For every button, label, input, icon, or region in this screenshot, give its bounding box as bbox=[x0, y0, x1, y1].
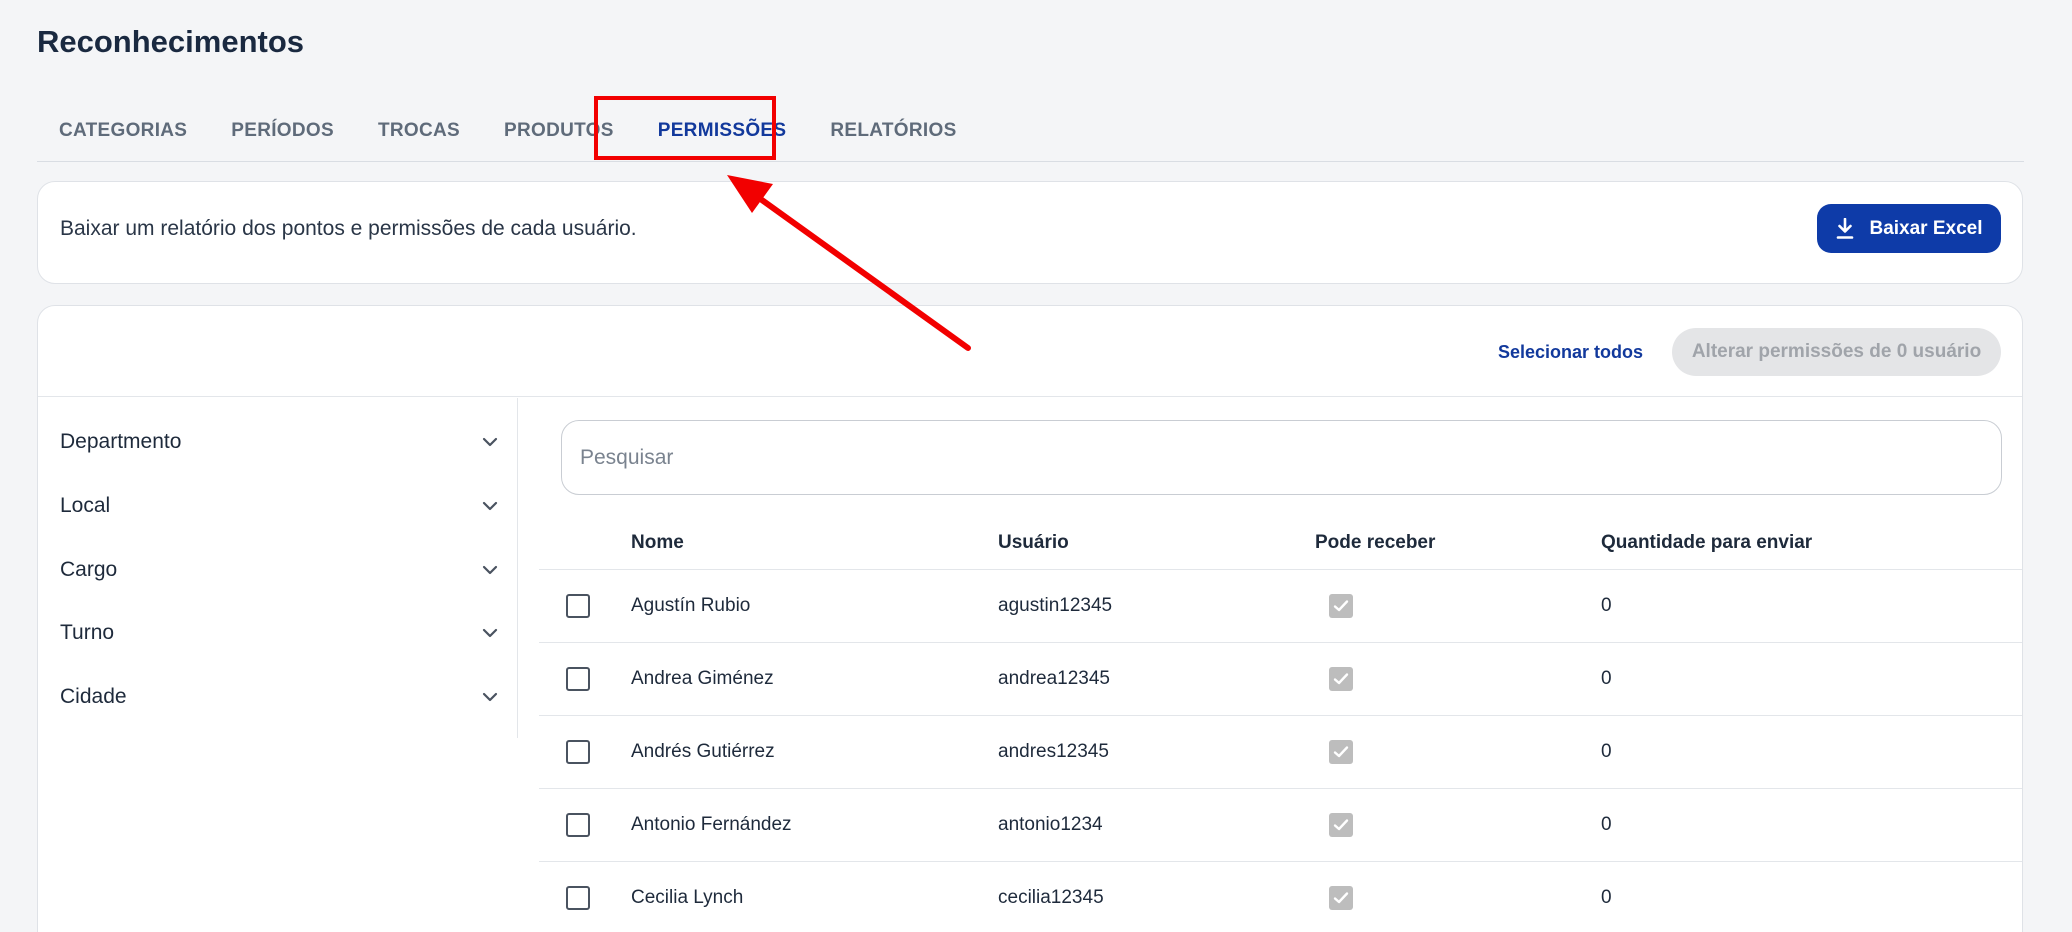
column-header-can-receive[interactable]: Pode receber bbox=[1315, 532, 1435, 554]
row-select-checkbox[interactable] bbox=[566, 740, 590, 764]
table-row: Andrea Giménez andrea12345 0 bbox=[539, 643, 2022, 716]
filter-turno[interactable]: Turno bbox=[60, 613, 500, 653]
row-user: agustin12345 bbox=[998, 595, 1113, 616]
filter-department[interactable]: Departmento bbox=[60, 422, 500, 462]
column-header-quantity[interactable]: Quantidade para enviar bbox=[1601, 532, 1812, 554]
row-select-checkbox[interactable] bbox=[566, 667, 590, 691]
check-icon bbox=[1333, 892, 1349, 904]
row-name: Antonio Fernández bbox=[631, 814, 792, 835]
report-card: Baixar um relatório dos pontos e permiss… bbox=[37, 181, 2023, 284]
filter-label: Turno bbox=[60, 621, 115, 644]
row-name: Andrea Giménez bbox=[631, 668, 774, 689]
search-input[interactable] bbox=[561, 420, 2002, 495]
tab-relatorios[interactable]: RELATÓRIOS bbox=[808, 100, 978, 161]
page-title: Reconhecimentos bbox=[37, 24, 305, 59]
permissions-toolbar: Selecionar todos Alterar permissões de 0… bbox=[38, 306, 2022, 397]
filter-label: Cidade bbox=[60, 685, 127, 708]
chevron-down-icon bbox=[482, 628, 498, 638]
tab-periodos[interactable]: PERÍODOS bbox=[209, 100, 356, 161]
row-quantity: 0 bbox=[1601, 595, 1612, 616]
row-quantity: 0 bbox=[1601, 741, 1612, 762]
can-receive-checkbox bbox=[1329, 594, 1353, 618]
can-receive-checkbox bbox=[1329, 813, 1353, 837]
row-name: Andrés Gutiérrez bbox=[631, 741, 775, 762]
can-receive-checkbox bbox=[1329, 740, 1353, 764]
table-row: Agustín Rubio agustin12345 0 bbox=[539, 570, 2022, 643]
download-icon bbox=[1837, 217, 1854, 239]
report-description: Baixar um relatório dos pontos e permiss… bbox=[60, 217, 637, 240]
chevron-down-icon bbox=[482, 565, 498, 575]
filter-cargo[interactable]: Cargo bbox=[60, 550, 500, 590]
check-icon bbox=[1333, 673, 1349, 685]
select-all-link[interactable]: Selecionar todos bbox=[1498, 342, 1643, 363]
column-header-user[interactable]: Usuário bbox=[998, 532, 1069, 554]
users-table: Nome Usuário Pode receber Quantidade par… bbox=[539, 512, 2022, 932]
filters-panel: Departmento Local Cargo Turno Cidade bbox=[38, 398, 518, 738]
row-user: antonio1234 bbox=[998, 814, 1103, 835]
download-excel-button[interactable]: Baixar Excel bbox=[1817, 204, 2001, 253]
filter-label: Cargo bbox=[60, 558, 118, 581]
table-row: Andrés Gutiérrez andres12345 0 bbox=[539, 716, 2022, 789]
check-icon bbox=[1333, 819, 1349, 831]
chevron-down-icon bbox=[482, 437, 498, 447]
tab-categorias[interactable]: CATEGORIAS bbox=[37, 100, 209, 161]
table-row: Antonio Fernández antonio1234 0 bbox=[539, 789, 2022, 862]
check-icon bbox=[1333, 600, 1349, 612]
chevron-down-icon bbox=[482, 692, 498, 702]
can-receive-checkbox bbox=[1329, 886, 1353, 910]
tab-bar: CATEGORIAS PERÍODOS TROCAS PRODUTOS PERM… bbox=[37, 100, 2024, 162]
row-user: andrea12345 bbox=[998, 668, 1110, 689]
filter-label: Local bbox=[60, 494, 111, 517]
row-user: andres12345 bbox=[998, 741, 1109, 762]
tab-produtos[interactable]: PRODUTOS bbox=[482, 100, 636, 161]
download-excel-label: Baixar Excel bbox=[1869, 217, 1983, 239]
can-receive-checkbox bbox=[1329, 667, 1353, 691]
check-icon bbox=[1333, 746, 1349, 758]
filter-cidade[interactable]: Cidade bbox=[60, 677, 500, 717]
row-quantity: 0 bbox=[1601, 814, 1612, 835]
row-quantity: 0 bbox=[1601, 887, 1612, 908]
row-name: Agustín Rubio bbox=[631, 595, 751, 616]
row-quantity: 0 bbox=[1601, 668, 1612, 689]
tab-permissoes[interactable]: PERMISSÕES bbox=[636, 100, 809, 161]
chevron-down-icon bbox=[482, 501, 498, 511]
row-name: Cecilia Lynch bbox=[631, 887, 744, 908]
column-header-name[interactable]: Nome bbox=[631, 532, 684, 554]
filter-label: Departmento bbox=[60, 430, 182, 453]
table-row: Cecilia Lynch cecilia12345 0 bbox=[539, 862, 2022, 932]
row-select-checkbox[interactable] bbox=[566, 813, 590, 837]
filter-local[interactable]: Local bbox=[60, 486, 500, 526]
alter-permissions-button[interactable]: Alterar permissões de 0 usuário bbox=[1672, 328, 2001, 376]
row-select-checkbox[interactable] bbox=[566, 886, 590, 910]
table-header: Nome Usuário Pode receber Quantidade par… bbox=[539, 512, 2022, 570]
tab-trocas[interactable]: TROCAS bbox=[356, 100, 482, 161]
row-user: cecilia12345 bbox=[998, 887, 1104, 908]
permissions-card: Selecionar todos Alterar permissões de 0… bbox=[37, 305, 2023, 932]
row-select-checkbox[interactable] bbox=[566, 594, 590, 618]
